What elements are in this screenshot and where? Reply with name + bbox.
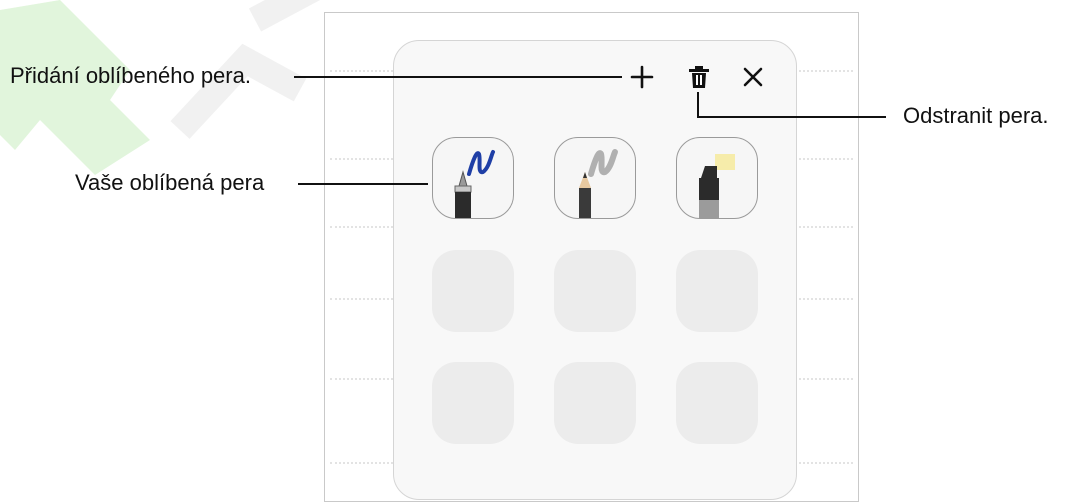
empty-pen-slot[interactable] [432, 362, 514, 444]
empty-pen-slot[interactable] [432, 250, 514, 332]
plus-icon [630, 65, 654, 89]
close-icon [743, 67, 763, 87]
pencil-icon [579, 149, 618, 218]
callout-line-remove [697, 116, 886, 118]
callout-remove-pens: Odstranit pera. [903, 103, 1049, 128]
trash-icon [689, 66, 709, 88]
close-button[interactable] [738, 62, 768, 92]
delete-pens-button[interactable] [684, 62, 714, 92]
empty-pen-slot[interactable] [554, 362, 636, 444]
callout-favorite-pens: Vaše oblíbená pera [75, 170, 265, 195]
favorite-pen-pencil[interactable] [554, 137, 636, 219]
callout-line-add [294, 76, 622, 78]
callout-line-remove-vertical [697, 92, 699, 117]
empty-pen-slot[interactable] [676, 250, 758, 332]
fountain-pen-icon [454, 150, 495, 218]
highlighter-icon [699, 154, 735, 218]
empty-pen-slot[interactable] [554, 250, 636, 332]
favorite-pen-highlighter[interactable] [676, 137, 758, 219]
callout-line-favorites [298, 183, 428, 185]
add-pen-button[interactable] [627, 62, 657, 92]
empty-pen-slot[interactable] [676, 362, 758, 444]
callout-add-pen: Přidání oblíbeného pera. [10, 63, 251, 88]
favorite-pen-fountain[interactable] [432, 137, 514, 219]
